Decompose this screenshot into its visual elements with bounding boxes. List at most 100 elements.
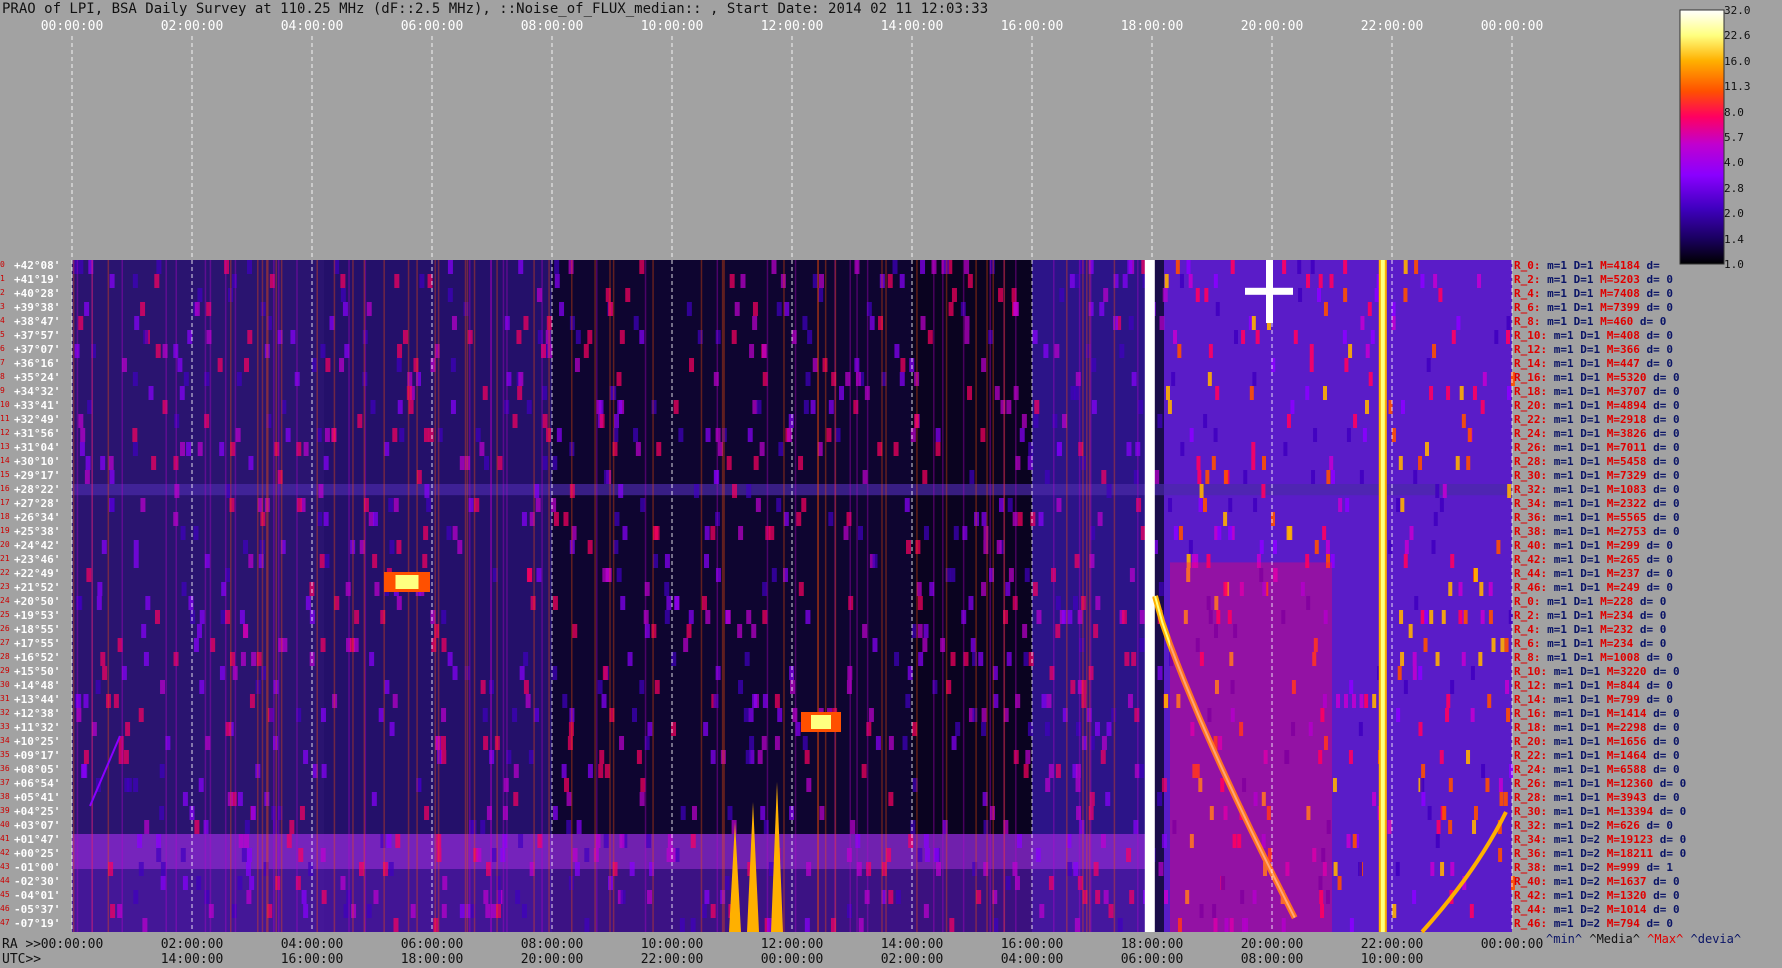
row-stat-field: D=1	[1573, 427, 1601, 440]
colorbar-tick-label: 32.0	[1724, 4, 1751, 17]
heat-cell	[704, 890, 710, 904]
heat-cell	[1337, 876, 1342, 890]
row-stat-field: D=1	[1573, 525, 1601, 538]
heat-cell	[576, 820, 582, 834]
utc-tick-label: 10:00:00	[1360, 952, 1424, 967]
heat-cell	[778, 442, 784, 456]
heat-cell	[197, 288, 203, 302]
heat-cell	[1164, 274, 1169, 288]
row-stat-field: R_30:	[1514, 805, 1548, 818]
row-stat-field: d= 0	[1646, 385, 1680, 398]
vertical-streak	[496, 260, 498, 932]
stat-legend: ^min^ ^Media^ ^Max^ ^devia^	[1546, 932, 1741, 946]
heat-cell	[1208, 344, 1213, 358]
row-stat: R_44: m=1 D=2 M=1014 d= 0	[1514, 904, 1680, 916]
heat-cell	[1106, 484, 1112, 498]
row-stat-field: R_20:	[1514, 399, 1548, 412]
declination-tick-label: +30°10'	[14, 455, 61, 468]
heat-cell	[1043, 344, 1049, 358]
row-stat-field: d= 0	[1646, 749, 1680, 762]
row-stat-field: d= 0	[1639, 273, 1673, 286]
row-stat-field: m=1	[1540, 259, 1567, 272]
heat-cell	[598, 764, 604, 778]
row-stat-field: D=1	[1573, 777, 1601, 790]
heat-cell	[422, 554, 428, 568]
heat-cell	[710, 904, 716, 918]
heat-cell	[1188, 540, 1193, 554]
heat-cell	[1251, 442, 1256, 456]
row-index-label: 36	[0, 764, 10, 773]
heat-cell	[686, 302, 692, 316]
row-stat-field: D=1	[1573, 343, 1601, 356]
row-stat-field: m=1	[1547, 469, 1574, 482]
ra-tick-label: 16:00:00	[1000, 937, 1064, 952]
heat-cell	[542, 414, 548, 428]
heat-cell	[1057, 442, 1063, 456]
heat-cell	[802, 316, 808, 330]
heat-cell	[1283, 442, 1288, 456]
heat-cell	[1178, 526, 1183, 540]
row-stat: R_2: m=1 D=1 M=5203 d= 0	[1514, 274, 1673, 286]
ra-tick-label: 04:00:00	[280, 937, 344, 952]
heat-cell	[1093, 862, 1099, 876]
heat-cell	[1451, 330, 1456, 344]
heat-cell	[320, 708, 326, 722]
heat-cell	[475, 428, 481, 442]
heat-cell	[459, 904, 465, 918]
heat-cell	[1157, 666, 1163, 680]
heat-cell	[1251, 456, 1256, 470]
heat-cell	[530, 596, 536, 610]
row-stat-field: d= 0	[1653, 805, 1687, 818]
heat-cell	[491, 904, 497, 918]
heat-cell	[688, 610, 694, 624]
heat-cell	[441, 904, 447, 918]
row-stat-field: m=1	[1547, 385, 1574, 398]
heat-cell	[1396, 498, 1401, 512]
heat-cell	[1314, 540, 1319, 554]
heat-cell	[1213, 274, 1218, 288]
heat-cell	[1108, 904, 1114, 918]
row-index-label: 5	[0, 330, 5, 339]
heat-cell	[1439, 498, 1444, 512]
vertical-streak	[121, 260, 123, 932]
heat-cell	[423, 526, 429, 540]
heat-cell	[598, 400, 604, 414]
heat-cell	[442, 876, 448, 890]
row-stat-field: m=1	[1547, 693, 1574, 706]
heat-cell	[639, 330, 645, 344]
declination-tick-label: +17°55'	[14, 637, 61, 650]
heat-cell	[1414, 260, 1419, 274]
heat-cell	[927, 330, 933, 344]
heat-cell	[231, 274, 237, 288]
heat-cell	[620, 596, 626, 610]
heat-cell	[155, 344, 161, 358]
heat-cell	[196, 876, 202, 890]
heat-cell	[964, 260, 970, 274]
vertical-streak	[209, 260, 212, 932]
heat-cell	[1205, 470, 1210, 484]
heat-cell	[1480, 400, 1485, 414]
row-stat-field: M=1637	[1600, 875, 1647, 888]
heat-cell	[552, 596, 558, 610]
vertical-streak	[700, 260, 703, 932]
heat-cell	[1136, 498, 1142, 512]
heat-cell	[917, 848, 923, 862]
heat-cell	[861, 764, 867, 778]
heat-cell	[1103, 890, 1109, 904]
row-stat-field: R_26:	[1514, 441, 1548, 454]
heat-cell	[1055, 764, 1061, 778]
heat-cell	[998, 498, 1004, 512]
heat-cell	[1139, 638, 1145, 652]
heat-cell	[323, 512, 329, 526]
heat-cell	[1505, 680, 1510, 694]
heat-cell	[1310, 260, 1315, 274]
vertical-streak	[490, 260, 492, 932]
heat-cell	[305, 596, 311, 610]
ra-tick-label: 00:00:00	[1480, 937, 1544, 952]
heat-cell	[606, 568, 612, 582]
heat-cell	[143, 330, 149, 344]
heat-cell	[243, 540, 249, 554]
heat-cell	[536, 568, 542, 582]
colorbar	[1679, 9, 1725, 265]
heat-cell	[512, 414, 518, 428]
